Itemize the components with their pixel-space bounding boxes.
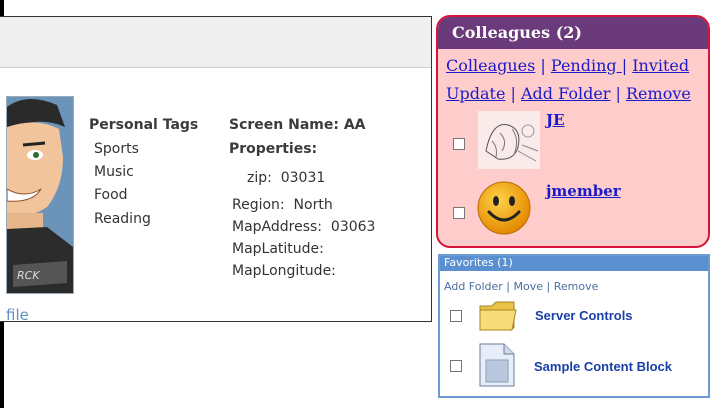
svg-text:RCK: RCK <box>17 269 40 282</box>
tag-item: Reading <box>94 211 151 227</box>
personal-tags-title: Personal Tags <box>89 117 199 133</box>
favorites-header: Favorites (1) <box>440 256 708 271</box>
separator: | <box>621 56 633 75</box>
separator: | <box>535 56 551 75</box>
remove-link[interactable]: Remove <box>554 280 599 293</box>
favorites-panel: Favorites (1) Add Folder | Move | Remove… <box>438 254 710 398</box>
member-name-link[interactable]: jmember <box>546 182 621 200</box>
remove-link[interactable]: Remove <box>626 84 691 103</box>
property-maplongitude: MapLongitude: <box>232 263 336 279</box>
member-checkbox[interactable] <box>453 207 465 219</box>
property-region: Region: North <box>232 197 333 213</box>
tag-item: Food <box>94 187 128 203</box>
colleagues-panel: Colleagues (2) Colleagues | Pending | In… <box>436 15 710 248</box>
favorites-actions: Add Folder | Move | Remove <box>444 275 598 294</box>
separator: | <box>502 280 514 293</box>
colleagues-links-row-1: Colleagues | Pending | Invited <box>446 56 689 75</box>
move-link[interactable]: Move <box>514 280 544 293</box>
colleagues-header: Colleagues (2) <box>438 17 708 49</box>
update-link[interactable]: Update <box>446 84 505 103</box>
avatar: RCK <box>6 96 74 294</box>
property-maplatitude: MapLatitude: <box>232 241 324 257</box>
colleagues-links-row-2: Update | Add Folder | Remove <box>446 84 691 103</box>
add-folder-link[interactable]: Add Folder <box>521 84 610 103</box>
invited-link[interactable]: Invited <box>632 56 689 75</box>
property-zip: zip: 03031 <box>247 170 326 186</box>
sketch-image-icon <box>478 111 540 169</box>
tag-item: Music <box>94 164 134 180</box>
folder-icon <box>478 298 518 334</box>
favorite-checkbox[interactable] <box>450 310 462 322</box>
member-checkbox[interactable] <box>453 138 465 150</box>
document-icon <box>476 342 516 388</box>
view-profile-link[interactable]: file <box>6 306 29 324</box>
tag-item: Sports <box>94 141 139 157</box>
member-name-link[interactable]: JE <box>546 111 565 129</box>
profile-header-bar <box>0 17 431 68</box>
pending-link[interactable]: Pending <box>551 56 622 75</box>
property-mapaddress: MapAddress: 03063 <box>232 219 376 235</box>
properties-title: Properties: <box>229 141 318 157</box>
colleagues-title: Colleagues (2) <box>452 23 582 42</box>
favorite-checkbox[interactable] <box>450 360 462 372</box>
favorites-title: Favorites (1) <box>444 256 513 269</box>
separator: | <box>505 84 521 103</box>
screen-name: Screen Name: AA <box>229 117 366 133</box>
favorite-item-label[interactable]: Server Controls <box>535 308 633 323</box>
smiley-icon <box>476 180 532 236</box>
colleagues-link[interactable]: Colleagues <box>446 56 535 75</box>
add-folder-link[interactable]: Add Folder <box>444 280 503 293</box>
member-avatar-sketch <box>478 111 540 169</box>
separator: | <box>543 280 554 293</box>
profile-panel: RCK file Personal Tags Sports Music Food… <box>0 16 432 324</box>
avatar-illustration: RCK <box>7 97 73 293</box>
favorite-item-label[interactable]: Sample Content Block <box>534 359 672 374</box>
separator: | <box>610 84 626 103</box>
